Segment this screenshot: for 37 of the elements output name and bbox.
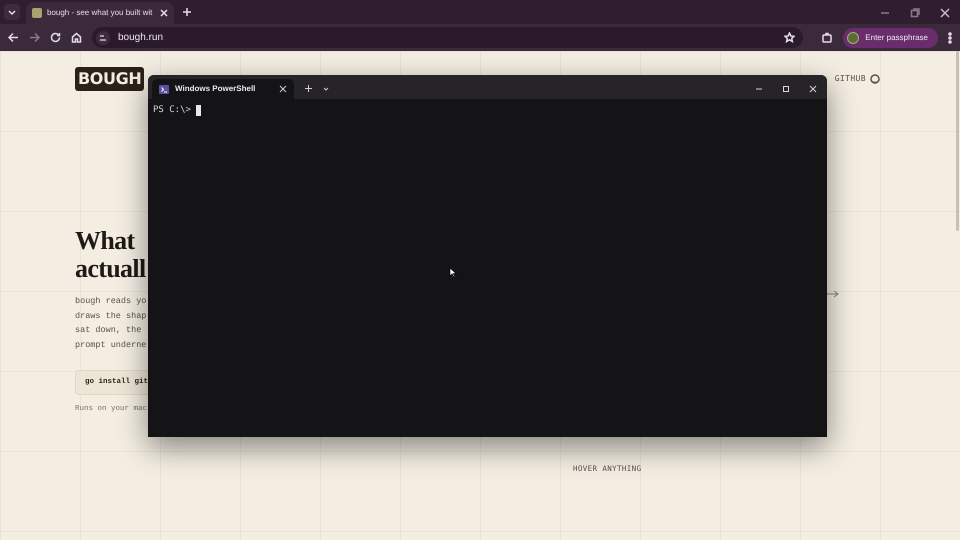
new-tab-icon[interactable] [182, 7, 192, 17]
back-icon[interactable] [8, 32, 19, 43]
mouse-pointer-icon [449, 267, 457, 278]
star-icon[interactable] [784, 32, 796, 43]
prompt-text: PS C:\> [153, 104, 191, 117]
logo[interactable]: BOUGH [75, 67, 144, 91]
close-icon[interactable] [279, 85, 287, 93]
arrow-icon [827, 290, 839, 298]
powershell-icon [159, 84, 169, 94]
tab-list-button[interactable] [4, 4, 20, 20]
browser-tab[interactable]: bough - see what you built wit [26, 2, 174, 24]
avatar-icon [847, 32, 860, 44]
close-icon[interactable] [160, 9, 168, 17]
github-link[interactable]: GITHUB [834, 73, 880, 85]
tab-title: Windows PowerShell [175, 83, 256, 95]
forward-icon[interactable] [29, 32, 40, 43]
text-cursor [196, 105, 201, 116]
restore-icon[interactable] [910, 8, 920, 18]
headline: What actuall [75, 227, 146, 283]
maximize-icon[interactable] [782, 85, 790, 93]
close-icon[interactable] [940, 8, 950, 18]
site-info-icon[interactable] [96, 30, 110, 44]
reload-icon[interactable] [50, 32, 61, 43]
url-text: bough.run [118, 31, 164, 45]
address-bar[interactable]: bough.run [92, 27, 804, 48]
terminal-tab[interactable]: Windows PowerShell [152, 79, 294, 99]
tab-title: bough - see what you built wit [47, 7, 154, 19]
new-tab-icon[interactable] [304, 84, 313, 93]
profile-button[interactable]: Enter passphrase [843, 28, 938, 48]
favicon-icon [32, 8, 42, 18]
scrollbar[interactable] [956, 51, 959, 231]
extensions-icon[interactable] [821, 32, 834, 44]
intro-paragraph: bough reads yo draws the shap sat down, the prompt underne [75, 295, 146, 352]
dropdown-icon[interactable] [322, 85, 330, 93]
menu-icon[interactable] [948, 32, 952, 44]
home-icon[interactable] [71, 32, 82, 43]
close-icon[interactable] [809, 85, 817, 93]
